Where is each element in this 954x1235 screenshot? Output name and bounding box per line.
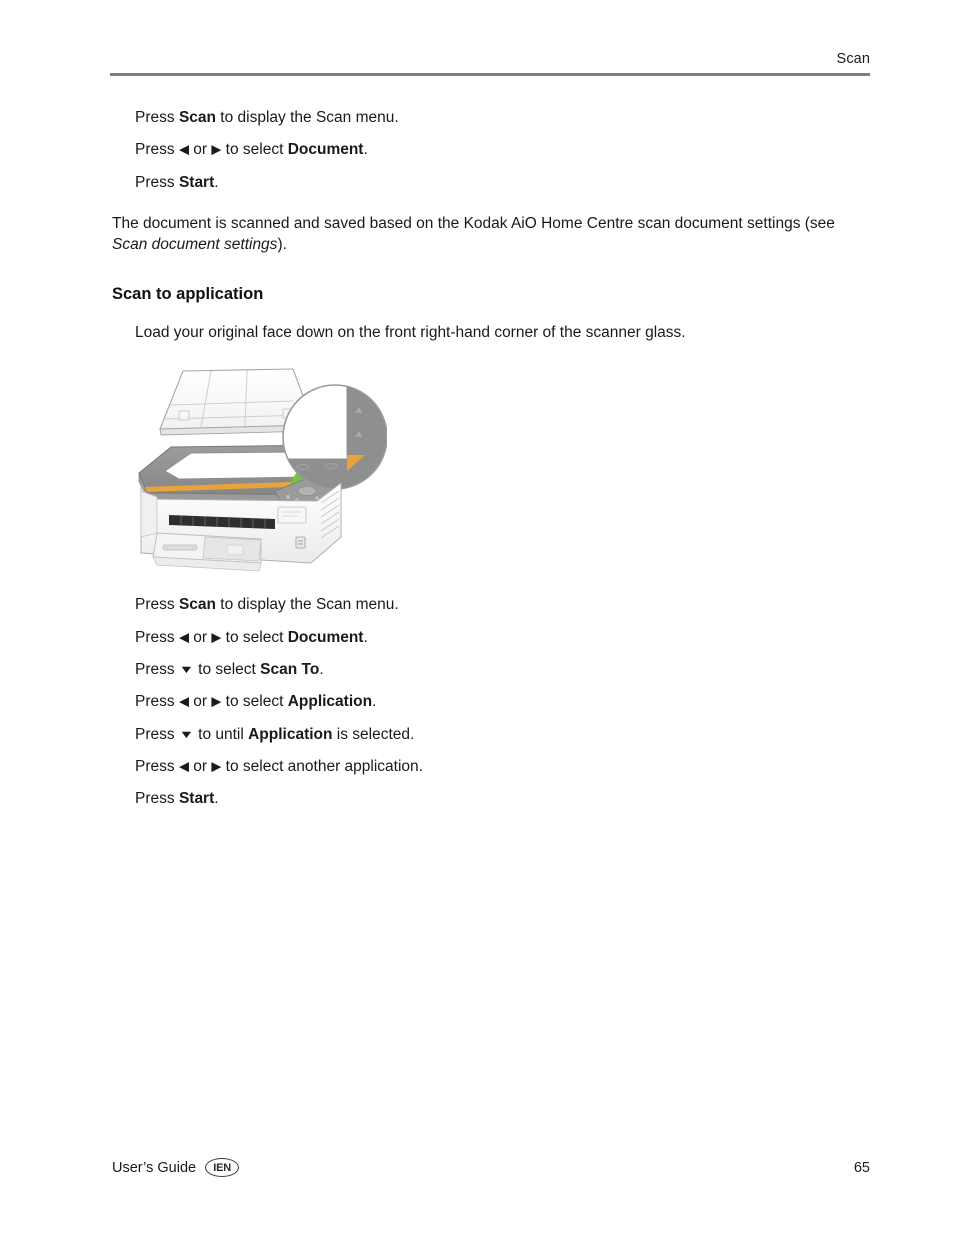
- step-1-mid: to display the Scan menu.: [216, 596, 399, 614]
- intro-paragraph-after: ).: [277, 235, 287, 253]
- right-arrow-icon: ▶: [211, 142, 222, 158]
- intro-step-1-keyword: Scan: [178, 109, 216, 126]
- step-4-post: .: [372, 693, 377, 711]
- step-2-keyword: Document: [287, 628, 364, 646]
- scan-to-application-step-list: Press Scan to display the Scan menu. Pre…: [112, 595, 872, 809]
- header-title: Scan: [836, 51, 870, 67]
- spacer-after-intro-steps: [112, 192, 872, 214]
- intro-step-2: Press ◀ or ▶ to select Document.: [112, 140, 872, 159]
- header-rule: [110, 72, 870, 76]
- step-4-mid: to select: [221, 693, 288, 711]
- printer-illustration: [138, 368, 387, 572]
- badge-text: IEN: [213, 1161, 231, 1174]
- left-arrow-icon: ◀: [178, 759, 189, 775]
- step-5-mid: to until: [193, 725, 249, 743]
- load-instruction: Load your original face down on the fron…: [135, 323, 686, 341]
- running-header: Scan: [110, 52, 870, 76]
- step-2-or: or: [188, 628, 212, 646]
- step-3-pre: Press: [135, 660, 179, 678]
- step-4-or: or: [188, 693, 212, 711]
- step-2-post: .: [363, 628, 368, 646]
- intro-step-3-mid: .: [214, 173, 219, 191]
- intro-step-1: Press Scan to display the Scan menu.: [112, 108, 872, 127]
- step-6: Press ◀ or ▶ to select another applicati…: [112, 757, 872, 776]
- intro-step-2-pre: Press: [135, 141, 179, 159]
- document-page: Scan Press Scan to display the Scan menu…: [0, 0, 954, 1235]
- page-number: 65: [853, 1159, 870, 1176]
- page-footer: User’s Guide IEN 65: [112, 1158, 870, 1177]
- spacer-after-load-instruction: [112, 355, 872, 367]
- spacer-after-heading: [112, 305, 872, 323]
- step-2: Press ◀ or ▶ to select Document.: [112, 628, 872, 647]
- intro-step-list: Press Scan to display the Scan menu. Pre…: [112, 108, 872, 192]
- step-1-keyword: Scan: [178, 596, 216, 614]
- step-6-pre: Press: [135, 758, 179, 776]
- step-3-post: .: [319, 660, 324, 678]
- step-4-pre: Press: [135, 693, 179, 711]
- step-5-keyword: Application: [248, 725, 333, 743]
- step-7-mid: .: [214, 790, 219, 808]
- step-5: Press ▼ to until Application is selected…: [112, 725, 872, 744]
- right-arrow-icon: ▶: [211, 694, 222, 710]
- intro-paragraph-cross-reference: Scan document settings: [112, 235, 278, 253]
- step-3-keyword: Scan To: [260, 660, 320, 678]
- step-4-keyword: Application: [287, 693, 373, 711]
- down-arrow-icon: ▼: [178, 728, 195, 741]
- step-3-mid: to select: [193, 660, 261, 678]
- step-3: Press ▼ to select Scan To.: [112, 660, 872, 679]
- step-6-or: or: [188, 758, 212, 776]
- step-7-keyword: Start: [178, 790, 215, 808]
- right-arrow-icon: ▶: [211, 759, 222, 775]
- spacer-after-figure: [112, 579, 872, 595]
- step-4: Press ◀ or ▶ to select Application.: [112, 692, 872, 711]
- step-5-pre: Press: [135, 725, 179, 743]
- step-2-mid: to select: [221, 628, 288, 646]
- intro-step-1-mid: to display the Scan menu.: [216, 109, 399, 126]
- step-1-pre: Press: [135, 596, 179, 614]
- left-arrow-icon: ◀: [178, 142, 189, 158]
- intro-step-2-mid: to select: [221, 141, 288, 159]
- guide-label: User’s Guide: [112, 1159, 197, 1176]
- step-2-pre: Press: [135, 628, 179, 646]
- intro-step-3-keyword: Start: [178, 173, 215, 191]
- intro-step-3: Press Start.: [112, 173, 872, 192]
- step-6-mid: to select another application.: [221, 758, 423, 776]
- step-7: Press Start.: [112, 789, 872, 808]
- left-arrow-icon: ◀: [178, 630, 189, 646]
- right-arrow-icon: ▶: [211, 630, 222, 646]
- page-content: Press Scan to display the Scan menu. Pre…: [112, 108, 872, 809]
- footer-left-group: User’s Guide IEN: [112, 1158, 240, 1177]
- intro-step-2-keyword: Document: [287, 141, 364, 159]
- intro-paragraph-before: The document is scanned and saved based …: [112, 215, 835, 233]
- step-7-pre: Press: [135, 790, 179, 808]
- spacer-after-intro-paragraph: [112, 255, 872, 285]
- intro-step-3-pre: Press: [135, 173, 179, 191]
- step-5-post: is selected.: [332, 725, 415, 743]
- intro-step-1-pre: Press: [135, 109, 179, 126]
- printer-figure: [112, 367, 872, 579]
- down-arrow-icon: ▼: [178, 663, 195, 676]
- ien-badge: IEN: [205, 1158, 240, 1177]
- step-1: Press Scan to display the Scan menu.: [112, 595, 872, 614]
- section-heading: Scan to application: [112, 285, 264, 304]
- intro-step-2-post: .: [363, 141, 368, 159]
- intro-paragraph: The document is scanned and saved based …: [112, 214, 864, 255]
- left-arrow-icon: ◀: [178, 694, 189, 710]
- intro-step-2-or: or: [188, 141, 212, 159]
